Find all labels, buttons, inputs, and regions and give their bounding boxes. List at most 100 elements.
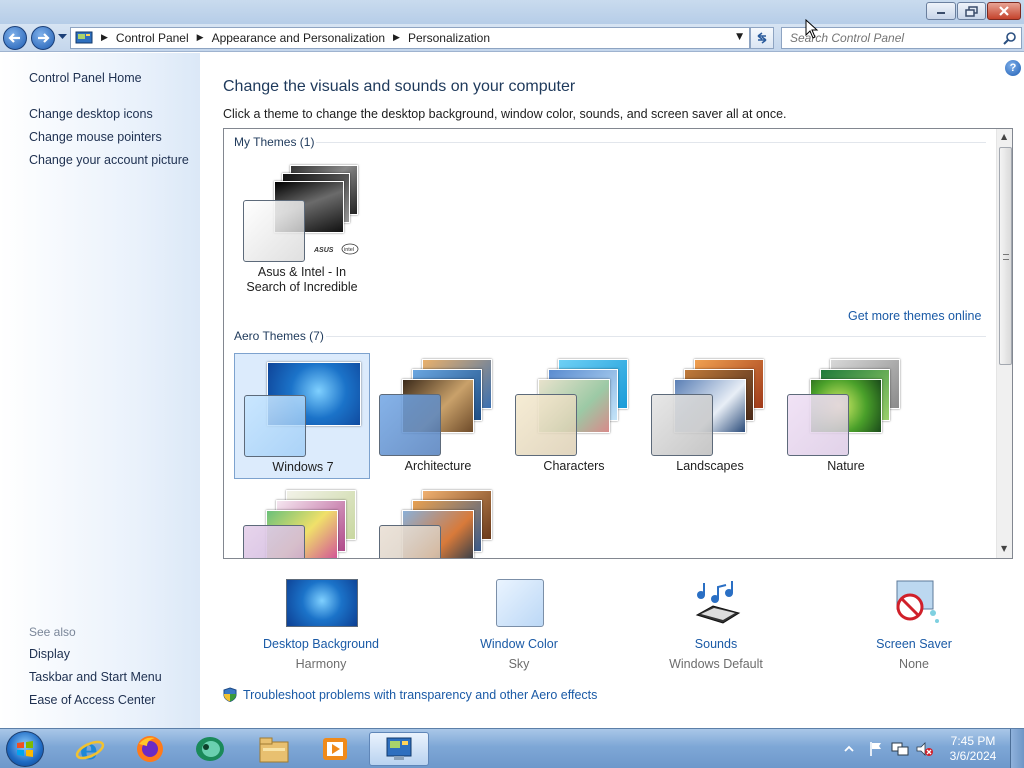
sounds-icon — [679, 579, 753, 629]
back-button[interactable] — [3, 26, 27, 50]
change-mouse-pointers-link[interactable]: Change mouse pointers — [29, 130, 162, 144]
troubleshoot-label[interactable]: Troubleshoot problems with transparency … — [243, 688, 597, 702]
theme-label: Architecture — [404, 459, 472, 473]
theme-asus-intel[interactable]: ASUS intel Asus & Intel - In Search of I… — [234, 159, 370, 294]
theme-united-states[interactable] — [370, 484, 506, 558]
restore-button[interactable] — [957, 2, 986, 20]
theme-label-line1: Asus & Intel - In — [257, 265, 347, 279]
scroll-up-icon[interactable]: ▲ — [1001, 132, 1007, 141]
network-icon[interactable] — [890, 739, 910, 759]
help-icon[interactable]: ? — [1005, 60, 1021, 76]
show-hidden-icons-icon[interactable] — [842, 742, 856, 756]
theme-preview — [374, 357, 502, 456]
ease-of-access-link[interactable]: Ease of Access Center — [29, 693, 155, 707]
close-icon — [999, 6, 1009, 16]
arrow-left-icon — [8, 33, 20, 43]
clock[interactable]: 7:45 PM 3/6/2024 — [940, 734, 1006, 764]
control-panel-icon — [386, 737, 412, 760]
action-center-flag-icon[interactable] — [866, 739, 886, 759]
setting-value: None — [899, 657, 929, 671]
window-color-setting[interactable]: Window Color Sky — [429, 579, 609, 671]
navigation-bar: ▶ Control Panel ▶ Appearance and Persona… — [0, 24, 1024, 52]
volume-muted-icon[interactable] — [914, 739, 934, 759]
group-divider — [316, 142, 986, 143]
theme-list-scrollbar[interactable]: ▲ ▼ — [996, 129, 1012, 558]
change-desktop-icons-link[interactable]: Change desktop icons — [29, 107, 153, 121]
minimize-button[interactable] — [926, 2, 956, 20]
change-account-picture-link[interactable]: Change your account picture — [29, 153, 189, 167]
window-color-icon — [482, 579, 556, 629]
arrow-right-icon — [38, 33, 50, 43]
desktop-background-setting[interactable]: Desktop Background Harmony — [231, 579, 411, 671]
screen-saver-setting[interactable]: Screen Saver None — [824, 579, 1004, 671]
desktop-background-icon — [284, 579, 358, 629]
clock-date: 3/6/2024 — [949, 749, 997, 763]
page-description: Click a theme to change the desktop back… — [223, 107, 787, 121]
theme-label: Landscapes — [676, 459, 744, 473]
minimize-icon — [937, 12, 945, 14]
taskbar-windows-explorer[interactable] — [248, 732, 300, 766]
taskbar-app[interactable] — [184, 732, 236, 766]
address-bar[interactable]: ▶ Control Panel ▶ Appearance and Persona… — [70, 27, 750, 49]
taskbar-start-menu-link[interactable]: Taskbar and Start Menu — [29, 670, 162, 684]
breadcrumb-separator-icon: ▶ — [101, 33, 108, 43]
firefox-icon — [137, 736, 163, 762]
breadcrumb-control-panel[interactable]: Control Panel — [116, 31, 189, 45]
breadcrumb-separator-icon: ▶ — [196, 33, 204, 43]
troubleshoot-link[interactable]: Troubleshoot problems with transparency … — [223, 687, 597, 702]
search-input[interactable] — [790, 31, 995, 45]
close-button[interactable] — [987, 2, 1021, 20]
theme-nature[interactable]: Nature — [778, 353, 914, 479]
show-desktop-button[interactable] — [1010, 729, 1024, 768]
recent-pages-dropdown-icon[interactable] — [58, 34, 67, 40]
address-dropdown-icon[interactable]: ▼ — [736, 32, 743, 42]
refresh-icon — [757, 32, 767, 44]
refresh-button[interactable] — [750, 27, 774, 49]
theme-preview — [238, 488, 366, 558]
get-more-themes-link[interactable]: Get more themes online — [848, 309, 981, 323]
sounds-setting[interactable]: Sounds Windows Default — [626, 579, 806, 671]
windows-logo-icon — [17, 741, 33, 757]
theme-preview — [510, 357, 638, 456]
media-player-icon — [323, 738, 347, 760]
start-button[interactable] — [6, 731, 44, 767]
theme-preview — [782, 357, 910, 456]
setting-value: Sky — [508, 657, 530, 671]
theme-scenes[interactable] — [234, 484, 370, 558]
my-themes-header: My Themes (1) — [234, 135, 315, 149]
setting-value: Harmony — [295, 657, 347, 671]
taskbar-firefox[interactable] — [124, 732, 176, 766]
theme-preview — [239, 358, 367, 457]
system-tray — [842, 729, 934, 768]
theme-list[interactable]: My Themes (1) ASUS intel Asus & Intel - … — [223, 128, 1013, 559]
internet-explorer-icon: e — [75, 734, 105, 764]
theme-landscapes[interactable]: Landscapes — [642, 353, 778, 479]
screen-saver-icon — [877, 579, 951, 629]
left-pane: Control Panel Home Change desktop icons … — [0, 53, 200, 728]
breadcrumb-personalization[interactable]: Personalization — [408, 31, 490, 45]
theme-architecture[interactable]: Architecture — [370, 353, 506, 479]
taskbar-internet-explorer[interactable]: e — [64, 732, 116, 766]
setting-name[interactable]: Desktop Background — [231, 637, 411, 651]
taskbar-control-panel[interactable] — [369, 732, 429, 766]
aero-themes-header: Aero Themes (7) — [234, 329, 324, 343]
control-panel-home-link[interactable]: Control Panel Home — [29, 71, 142, 85]
svg-text:intel: intel — [344, 247, 354, 253]
theme-windows-7[interactable]: Windows 7 — [234, 353, 370, 479]
theme-characters[interactable]: Characters — [506, 353, 642, 479]
search-icon[interactable] — [1003, 31, 1017, 45]
setting-name[interactable]: Sounds — [626, 637, 806, 651]
display-link[interactable]: Display — [29, 647, 70, 661]
control-panel-icon — [75, 31, 93, 44]
theme-label: Characters — [543, 459, 605, 473]
scrollbar-thumb[interactable] — [999, 147, 1012, 365]
title-bar — [0, 0, 1024, 24]
setting-name[interactable]: Screen Saver — [824, 637, 1004, 651]
scroll-down-icon[interactable]: ▼ — [1001, 544, 1007, 553]
svg-text:e: e — [80, 734, 98, 764]
forward-button[interactable] — [31, 26, 55, 50]
setting-name[interactable]: Window Color — [429, 637, 609, 651]
taskbar-media-player[interactable] — [309, 732, 361, 766]
breadcrumb-appearance[interactable]: Appearance and Personalization — [212, 31, 385, 45]
setting-value: Windows Default — [669, 657, 763, 671]
